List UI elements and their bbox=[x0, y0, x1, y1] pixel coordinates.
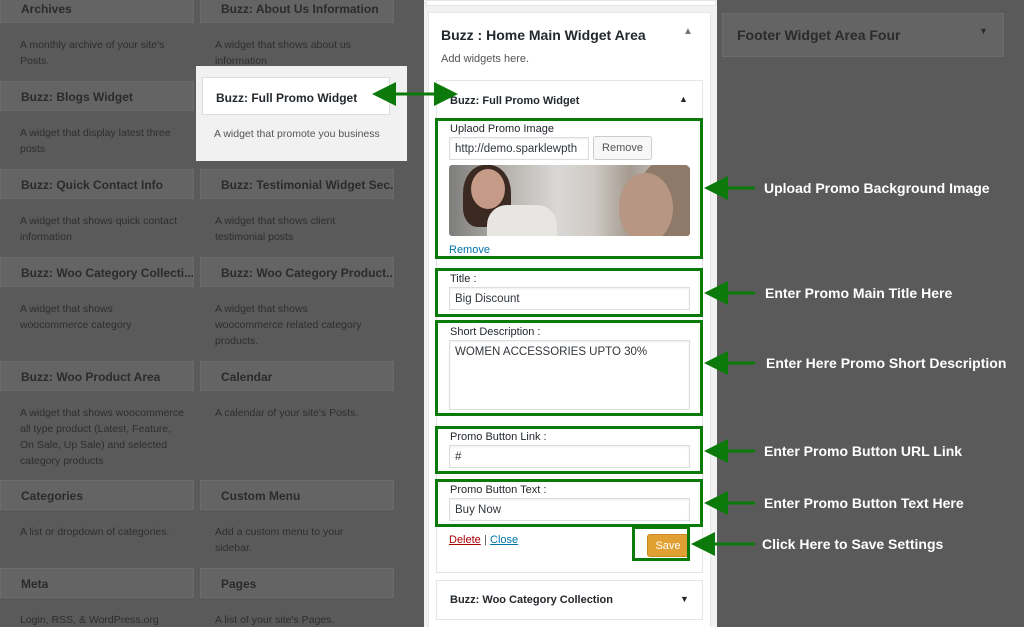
annotation-description: Enter Here Promo Short Description bbox=[766, 355, 1007, 371]
annotation-save: Click Here to Save Settings bbox=[762, 536, 944, 552]
annotation-upload: Upload Promo Background Image bbox=[764, 180, 990, 196]
annotation-link: Enter Promo Button URL Link bbox=[764, 443, 963, 459]
annotation-arrows bbox=[372, 82, 755, 556]
annotation-title: Enter Promo Main Title Here bbox=[765, 285, 953, 301]
annotation-button-text: Enter Promo Button Text Here bbox=[764, 495, 964, 511]
